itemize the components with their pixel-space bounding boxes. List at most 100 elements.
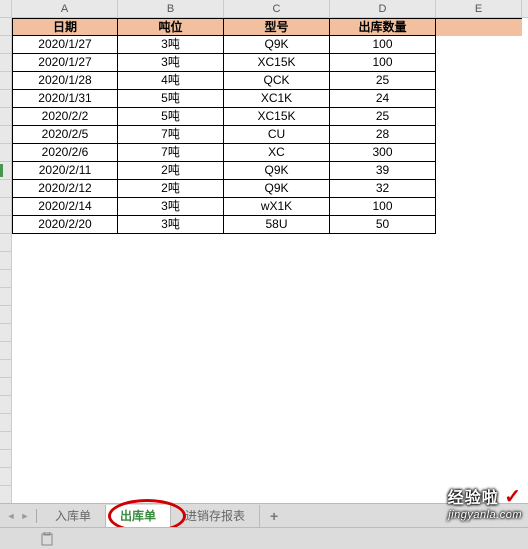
data-cell[interactable]: 3吨 [118, 54, 224, 72]
row-header[interactable] [0, 270, 11, 288]
row-header[interactable] [0, 144, 11, 162]
empty-cell[interactable] [436, 144, 522, 162]
row-header[interactable] [0, 324, 11, 342]
data-cell[interactable]: XC15K [224, 108, 330, 126]
data-cell[interactable]: wX1K [224, 198, 330, 216]
row-header[interactable] [0, 468, 11, 486]
row-header[interactable] [0, 306, 11, 324]
select-all-corner[interactable] [0, 0, 12, 17]
empty-cell[interactable] [436, 126, 522, 144]
header-cell[interactable]: 型号 [224, 18, 330, 36]
data-cell[interactable]: 2020/2/5 [12, 126, 118, 144]
tab-nav-prev-icon[interactable]: ► [19, 508, 31, 524]
row-header[interactable] [0, 378, 11, 396]
row-header[interactable] [0, 360, 11, 378]
data-cell[interactable]: 24 [330, 90, 436, 108]
data-cell[interactable]: 300 [330, 144, 436, 162]
header-cell[interactable]: 日期 [12, 18, 118, 36]
add-sheet-button[interactable]: + [260, 508, 288, 524]
data-cell[interactable]: 58U [224, 216, 330, 234]
data-cell[interactable]: 5吨 [118, 108, 224, 126]
data-cell[interactable]: 100 [330, 36, 436, 54]
col-header-D[interactable]: D [330, 0, 436, 17]
data-cell[interactable]: 50 [330, 216, 436, 234]
col-header-A[interactable]: A [12, 0, 118, 17]
data-cell[interactable]: 2吨 [118, 162, 224, 180]
data-cell[interactable]: 2020/1/27 [12, 36, 118, 54]
row-header[interactable] [0, 486, 11, 504]
data-cell[interactable]: 28 [330, 126, 436, 144]
data-cell[interactable]: 5吨 [118, 90, 224, 108]
empty-cell[interactable] [436, 72, 522, 90]
row-header[interactable] [0, 450, 11, 468]
header-cell[interactable]: 吨位 [118, 18, 224, 36]
data-cell[interactable]: 3吨 [118, 198, 224, 216]
empty-cell[interactable] [436, 180, 522, 198]
row-header[interactable] [0, 108, 11, 126]
data-cell[interactable]: 2020/2/12 [12, 180, 118, 198]
row-header[interactable] [0, 342, 11, 360]
data-cell[interactable]: 2020/2/6 [12, 144, 118, 162]
data-cell[interactable]: Q9K [224, 36, 330, 54]
row-header[interactable] [0, 90, 11, 108]
row-header[interactable] [0, 18, 11, 36]
sheet-tab-outbound[interactable]: 出库单 [106, 505, 171, 527]
col-header-C[interactable]: C [224, 0, 330, 17]
data-cell[interactable]: 100 [330, 54, 436, 72]
empty-cell[interactable] [436, 198, 522, 216]
sheet-tab-report[interactable]: 进销存报表 [171, 505, 260, 527]
row-header[interactable] [0, 288, 11, 306]
data-cell[interactable]: 2020/1/27 [12, 54, 118, 72]
data-cell[interactable]: 3吨 [118, 36, 224, 54]
row-header[interactable] [0, 36, 11, 54]
data-cell[interactable]: 25 [330, 108, 436, 126]
col-header-B[interactable]: B [118, 0, 224, 17]
empty-cell[interactable] [436, 36, 522, 54]
clipboard-icon[interactable] [40, 532, 54, 546]
row-header[interactable] [0, 162, 11, 180]
empty-cell[interactable] [436, 18, 522, 36]
row-header[interactable] [0, 126, 11, 144]
data-cell[interactable]: 4吨 [118, 72, 224, 90]
data-cell[interactable]: QCK [224, 72, 330, 90]
row-header[interactable] [0, 234, 11, 252]
sheet-tab-inbound[interactable]: 入库单 [41, 505, 106, 527]
data-cell[interactable]: 3吨 [118, 216, 224, 234]
row-header[interactable] [0, 198, 11, 216]
row-header[interactable] [0, 54, 11, 72]
data-cell[interactable]: 2020/2/11 [12, 162, 118, 180]
data-cell[interactable]: 25 [330, 72, 436, 90]
data-cell[interactable]: 39 [330, 162, 436, 180]
row-header[interactable] [0, 252, 11, 270]
data-cell[interactable]: 2吨 [118, 180, 224, 198]
row-header[interactable] [0, 216, 11, 234]
col-header-E[interactable]: E [436, 0, 522, 17]
data-cell[interactable]: 100 [330, 198, 436, 216]
row-header[interactable] [0, 432, 11, 450]
data-cell[interactable]: CU [224, 126, 330, 144]
row-header[interactable] [0, 414, 11, 432]
data-cell[interactable]: Q9K [224, 162, 330, 180]
row-header[interactable] [0, 180, 11, 198]
data-cell[interactable]: 2020/1/31 [12, 90, 118, 108]
row-header[interactable] [0, 72, 11, 90]
header-cell[interactable]: 出库数量 [330, 18, 436, 36]
data-cell[interactable]: Q9K [224, 180, 330, 198]
data-cell[interactable]: 32 [330, 180, 436, 198]
empty-cell[interactable] [436, 90, 522, 108]
data-cell[interactable]: XC15K [224, 54, 330, 72]
cells-area[interactable]: 日期吨位型号出库数量2020/1/273吨Q9K1002020/1/273吨XC… [12, 18, 528, 522]
data-cell[interactable]: 2020/2/14 [12, 198, 118, 216]
empty-cell[interactable] [436, 54, 522, 72]
empty-cell[interactable] [436, 162, 522, 180]
data-cell[interactable]: XC [224, 144, 330, 162]
data-cell[interactable]: 2020/2/20 [12, 216, 118, 234]
data-cell[interactable]: 2020/1/28 [12, 72, 118, 90]
data-cell[interactable]: 7吨 [118, 144, 224, 162]
row-header[interactable] [0, 396, 11, 414]
empty-cell[interactable] [436, 216, 522, 234]
data-cell[interactable]: 7吨 [118, 126, 224, 144]
data-cell[interactable]: XC1K [224, 90, 330, 108]
data-cell[interactable]: 2020/2/2 [12, 108, 118, 126]
empty-cell[interactable] [436, 108, 522, 126]
